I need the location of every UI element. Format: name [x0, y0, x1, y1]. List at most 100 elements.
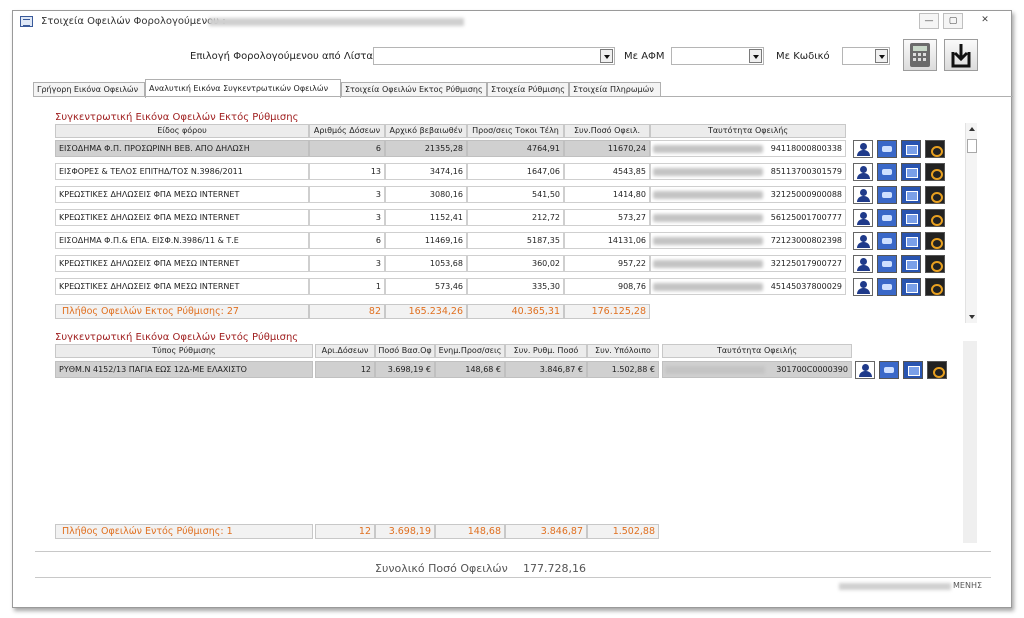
- debt-id-text: 301700C0000390: [776, 365, 848, 374]
- outside-cell-installments: 6: [309, 232, 385, 249]
- export-button[interactable]: [944, 39, 978, 71]
- send-notice-button[interactable]: [901, 140, 921, 158]
- view-details-button[interactable]: [877, 140, 897, 158]
- view-details-button[interactable]: [877, 232, 897, 250]
- outside-cell-type: ΕΙΣΦΟΡΕΣ & ΤΕΛΟΣ ΕΠΙΤΗΔ/ΤΟΣ Ν.3986/2011: [55, 163, 309, 180]
- code-combo[interactable]: [842, 47, 890, 65]
- outside-cell-total: 4543,85: [564, 163, 650, 180]
- print-button[interactable]: [925, 186, 945, 204]
- send-notice-button[interactable]: [901, 163, 921, 181]
- print-button[interactable]: [927, 361, 947, 379]
- col-header-surcharges: Προσ/σεις Τοκοι Τέλη: [467, 124, 564, 138]
- outside-cell-surcharges: 5187,35: [467, 232, 564, 249]
- tab-quick-overview[interactable]: Γρήγορη Εικόνα Οφειλών: [33, 82, 145, 97]
- outside-cell-initial: 1053,68: [385, 255, 467, 272]
- outside-scrollbar[interactable]: [965, 123, 977, 323]
- view-details-button[interactable]: [877, 163, 897, 181]
- user-details-button[interactable]: [853, 232, 873, 250]
- redacted-id-prefix: [653, 214, 763, 222]
- user-details-button[interactable]: [853, 186, 873, 204]
- chevron-down-icon[interactable]: [749, 49, 762, 63]
- outside-cell-debt-id: 45145037800029: [650, 278, 846, 295]
- outside-cell-debt-id: 32125017900727: [650, 255, 846, 272]
- view-details-button[interactable]: [877, 209, 897, 227]
- print-button[interactable]: [925, 255, 945, 273]
- view-details-button[interactable]: [877, 186, 897, 204]
- chevron-down-icon[interactable]: [600, 49, 613, 63]
- scroll-up-icon[interactable]: [969, 127, 975, 131]
- send-notice-button[interactable]: [901, 186, 921, 204]
- scroll-down-icon[interactable]: [969, 315, 975, 319]
- outside-cell-initial: 573,46: [385, 278, 467, 295]
- print-button[interactable]: [925, 140, 945, 158]
- outside-cell-debt-id: 72123000802398: [650, 232, 846, 249]
- send-notice-button[interactable]: [901, 278, 921, 296]
- col-header-updated-surcharges: Ενημ.Προσ/σεις: [435, 344, 505, 358]
- send-notice-button[interactable]: [901, 209, 921, 227]
- col-header-installment-count: Αρι.Δόσεων: [315, 344, 375, 358]
- chevron-down-icon[interactable]: [875, 49, 888, 63]
- outside-sum-installments: 82: [309, 304, 385, 319]
- inside-cell-debt-id: 301700C0000390: [662, 361, 852, 378]
- taxpayer-select-label: Επιλογή Φορολογούμενου από Λίστα: [190, 51, 374, 62]
- user-details-button[interactable]: [853, 163, 873, 181]
- outside-sum-surcharges: 40.365,31: [467, 304, 564, 319]
- outside-cell-surcharges: 4764,91: [467, 140, 564, 157]
- minimize-button[interactable]: —: [919, 13, 939, 29]
- debt-id-text: 94118000800338: [770, 144, 842, 153]
- send-notice-button[interactable]: [901, 255, 921, 273]
- outside-sum-initial: 165.234,26: [385, 304, 467, 319]
- col-header-settled-total: Συν. Ρυθμ. Ποσό: [505, 344, 587, 358]
- col-header-total: Συν.Ποσό Οφειλ.: [564, 124, 650, 138]
- restore-button[interactable]: ▢: [943, 13, 963, 29]
- print-button[interactable]: [925, 278, 945, 296]
- outside-cell-total: 1414,80: [564, 186, 650, 203]
- outside-cell-debt-id: 85113700301579: [650, 163, 846, 180]
- tab-payments[interactable]: Στοιχεία Πληρωμών: [569, 82, 661, 97]
- outside-cell-type: ΚΡΕΩΣΤΙΚΕΣ ΔΗΛΩΣΕΙΣ ΦΠΑ ΜΕΣΩ INTERNET: [55, 186, 309, 203]
- divider: [35, 577, 991, 578]
- afm-combo[interactable]: [671, 47, 764, 65]
- print-button[interactable]: [925, 232, 945, 250]
- outside-cell-installments: 1: [309, 278, 385, 295]
- scroll-thumb[interactable]: [967, 139, 977, 153]
- redacted-id-prefix: [665, 366, 765, 374]
- main-window: Στοιχεία Οφειλών Φορολογούμενου : — ▢ ✕ …: [12, 10, 1013, 608]
- view-details-button[interactable]: [877, 255, 897, 273]
- view-details-button[interactable]: [879, 361, 899, 379]
- col-header-tax-type: Είδος φόρου: [55, 124, 309, 138]
- user-details-button[interactable]: [853, 209, 873, 227]
- calculator-icon: [910, 43, 930, 67]
- user-details-button[interactable]: [855, 361, 875, 379]
- user-details-button[interactable]: [853, 255, 873, 273]
- outside-cell-installments: 13: [309, 163, 385, 180]
- send-notice-button[interactable]: [903, 361, 923, 379]
- print-button[interactable]: [925, 209, 945, 227]
- inside-sum-balance: 1.502,88: [587, 524, 659, 539]
- inside-scroll-track[interactable]: [963, 341, 977, 543]
- user-details-button[interactable]: [853, 278, 873, 296]
- outside-cell-type: ΚΡΕΩΣΤΙΚΕΣ ΔΗΛΩΣΕΙΣ ΦΠΑ ΜΕΣΩ INTERNET: [55, 278, 309, 295]
- outside-cell-installments: 3: [309, 255, 385, 272]
- print-button[interactable]: [925, 163, 945, 181]
- tab-outside-settlement[interactable]: Στοιχεία Οφειλών Εκτος Ρύθμισης: [341, 82, 487, 97]
- calculator-button[interactable]: [903, 39, 937, 71]
- outside-cell-type: ΕΙΣΟΔΗΜΑ Φ.Π. ΠΡΟΣΩΡΙΝΗ ΒΕΒ. ΑΠΟ ΔΗΛΩΣΗ: [55, 140, 309, 157]
- divider: [35, 551, 991, 552]
- redacted-id-prefix: [653, 168, 763, 176]
- view-details-button[interactable]: [877, 278, 897, 296]
- user-details-button[interactable]: [853, 140, 873, 158]
- outside-cell-total: 14131,06: [564, 232, 650, 249]
- outside-cell-type: ΚΡΕΩΣΤΙΚΕΣ ΔΗΛΩΣΕΙΣ ΦΠΑ ΜΕΣΩ INTERNET: [55, 255, 309, 272]
- col-header-settlement-type: Τύπος Ρύθμισης: [55, 344, 313, 358]
- debt-id-text: 56125001700777: [770, 213, 842, 222]
- outside-cell-initial: 3080,16: [385, 186, 467, 203]
- afm-label: Με ΑΦΜ: [624, 51, 665, 62]
- inside-cell-installments: 12: [315, 361, 375, 378]
- redacted-id-prefix: [653, 145, 763, 153]
- close-button[interactable]: ✕: [975, 13, 995, 29]
- outside-cell-surcharges: 212,72: [467, 209, 564, 226]
- taxpayer-list-combo[interactable]: [373, 47, 615, 65]
- tab-settlement[interactable]: Στοιχεία Ρύθμισης: [487, 82, 569, 97]
- send-notice-button[interactable]: [901, 232, 921, 250]
